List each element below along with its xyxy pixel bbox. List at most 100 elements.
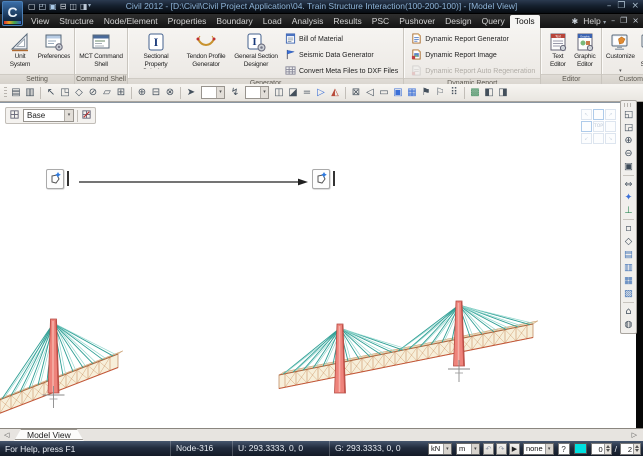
preferences-button[interactable]: Preferences	[37, 30, 71, 70]
spinner-arrows[interactable]	[604, 444, 611, 454]
help-menu[interactable]: Help ▾	[583, 16, 606, 26]
inactive-window-icon[interactable]: ▦	[405, 85, 419, 101]
tab-scroll-left-icon[interactable]: ◁	[4, 431, 9, 439]
axis-iso-view-icon[interactable]: ⊥	[624, 204, 632, 217]
force-unit-combo[interactable]: kN ▾	[428, 443, 452, 455]
tab-design[interactable]: Design	[440, 15, 476, 28]
zoom-in-icon[interactable]: ⊕	[625, 134, 633, 147]
child-close-button[interactable]: ×	[632, 15, 639, 27]
view-cube-cell[interactable]: ↙	[581, 133, 592, 144]
zoom-box-mode-icon[interactable]: ⊠	[349, 85, 363, 101]
tab-results[interactable]: Results	[328, 15, 366, 28]
display-toggle-icon[interactable]: =	[300, 85, 314, 101]
minimize-button[interactable]: –	[607, 0, 612, 13]
toolbar-grip[interactable]	[4, 87, 7, 99]
query-element-flag-icon[interactable]: ⚐	[433, 85, 447, 101]
render-solid-icon[interactable]: ▧	[624, 287, 633, 300]
tab-structure[interactable]: Structure	[54, 15, 99, 28]
walk-through-icon[interactable]: ⌂	[625, 305, 631, 318]
run-animation-icon[interactable]: ▷	[314, 85, 328, 101]
pan-left-view-icon[interactable]: ◁	[363, 85, 377, 101]
select-recent-icon[interactable]: ↯	[228, 85, 242, 101]
task-pane-icon[interactable]: ▥	[23, 85, 37, 101]
grid-dots-icon[interactable]: ⠿	[447, 85, 461, 101]
unselect-all-icon[interactable]: ⊗	[163, 85, 177, 101]
tab-properties[interactable]: Properties	[163, 15, 212, 28]
activation-combo[interactable]: ▾	[245, 86, 269, 99]
named-plane-icon[interactable]	[81, 107, 92, 125]
tab-psc[interactable]: PSC	[367, 15, 394, 28]
close-button[interactable]: ×	[631, 0, 639, 13]
tab-pushover[interactable]: Pushover	[394, 15, 440, 28]
select-polygon-icon[interactable]: ◇	[72, 85, 86, 101]
view-cube-cell[interactable]	[593, 133, 604, 144]
view-cube-cell[interactable]: TOP	[593, 121, 604, 132]
restore-button[interactable]: ❐	[617, 0, 625, 13]
zoom-out-icon[interactable]: ⊖	[625, 147, 633, 160]
select-window-icon[interactable]: ◳	[58, 85, 72, 101]
dynamic-report-generator-button[interactable]: Dynamic Report Generator	[411, 33, 535, 46]
dynamic-report-image-button[interactable]: Dynamic Report Image	[411, 49, 535, 62]
select-intersect-icon[interactable]: ⊘	[86, 85, 100, 101]
tab-view[interactable]: View	[26, 15, 54, 28]
tab-boundary[interactable]: Boundary	[211, 15, 257, 28]
unit-system-button[interactable]: Unit System	[3, 30, 37, 70]
select-single-icon[interactable]: ↖	[44, 85, 58, 101]
tendon-profile-generator-button[interactable]: Tendon Profile Generator	[181, 30, 231, 70]
second-spinner[interactable]: 2	[620, 443, 641, 455]
view-cube-cell[interactable]	[581, 121, 592, 132]
seismic-data-generator-button[interactable]: Seismic Data Generator	[285, 49, 398, 62]
view-cube-cell[interactable]: ↘	[605, 133, 616, 144]
child-minimize-button[interactable]: –	[611, 15, 615, 27]
zoom-dynamic-icon[interactable]: ◲	[624, 121, 633, 134]
view-cube-cell[interactable]	[605, 121, 616, 132]
color-swatch[interactable]	[574, 443, 587, 454]
sectional-property-calculator-button[interactable]: ISectional Property Calculator	[131, 30, 181, 70]
select-plane-icon[interactable]: ▱	[100, 85, 114, 101]
display-mode-combo[interactable]: none ▾	[523, 443, 554, 455]
node-snap-icon[interactable]: ✦	[625, 191, 633, 204]
lock-window-icon[interactable]: ◧	[482, 85, 496, 101]
tab-tools[interactable]: Tools	[510, 15, 540, 28]
query-node-flag-icon[interactable]: ⚑	[419, 85, 433, 101]
first-spinner[interactable]: 0	[591, 443, 612, 455]
graphic-editor-button[interactable]: GraphicGraphic Editor	[571, 30, 598, 70]
ucs-grid-icon[interactable]	[9, 107, 20, 125]
selection-filter-combo[interactable]: ▾	[201, 86, 225, 99]
previous-view-selection-icon[interactable]: ◪	[286, 85, 300, 101]
lock-all-icon[interactable]: ◨	[496, 85, 510, 101]
tab-model-view[interactable]: Model View	[14, 429, 84, 441]
capture-view-icon[interactable]: ◭	[328, 85, 342, 101]
child-restore-button[interactable]: ❐	[620, 15, 627, 27]
view-cube-cell[interactable]: ↖	[581, 109, 592, 120]
pointer-mode-icon[interactable]: ➤	[184, 85, 198, 101]
active-window-icon[interactable]: ▣	[391, 85, 405, 101]
new-window-icon[interactable]: ▭	[377, 85, 391, 101]
select-all-icon[interactable]: ⊕	[135, 85, 149, 101]
text-editor-button[interactable]: TextText Editor	[544, 30, 571, 70]
toolbar-grip[interactable]	[624, 103, 633, 107]
customize-button[interactable]: Customize▾	[605, 30, 635, 74]
unselect-window-icon[interactable]: ⊟	[149, 85, 163, 101]
works-tree-icon[interactable]: ▤	[9, 85, 23, 101]
general-section-designer-button[interactable]: IGeneral Section Designer	[231, 30, 281, 70]
convert-meta-files-button[interactable]: Convert Meta Files to DXF Files	[285, 65, 398, 78]
render-hidden-icon[interactable]: ▥	[624, 261, 633, 274]
named-selection-icon[interactable]: ◫	[272, 85, 286, 101]
undo-view-button[interactable]: ↶	[483, 443, 494, 455]
query-help-button[interactable]: ?	[558, 443, 570, 455]
render-shade-icon[interactable]: ▤	[624, 248, 633, 261]
shrink-elements-icon[interactable]: ▫	[625, 222, 631, 235]
tab-node-element[interactable]: Node/Element	[99, 15, 163, 28]
pan-dynamic-icon[interactable]: ⇔	[625, 178, 633, 191]
mct-command-shell-button[interactable]: MCT Command Shell	[78, 30, 124, 70]
render-wireframe-icon[interactable]: ▦	[624, 274, 633, 287]
length-unit-combo[interactable]: m ▾	[456, 443, 480, 455]
tab-analysis[interactable]: Analysis	[287, 15, 329, 28]
perspective-view-icon[interactable]: ◇	[625, 235, 632, 248]
view-cube-cell[interactable]	[593, 109, 604, 120]
bill-of-material-button[interactable]: Bill of Material	[285, 33, 398, 46]
play-button[interactable]: ▶	[509, 443, 520, 455]
redo-view-button[interactable]: ↷	[496, 443, 507, 455]
view-cube-cell[interactable]: ↗	[605, 109, 616, 120]
